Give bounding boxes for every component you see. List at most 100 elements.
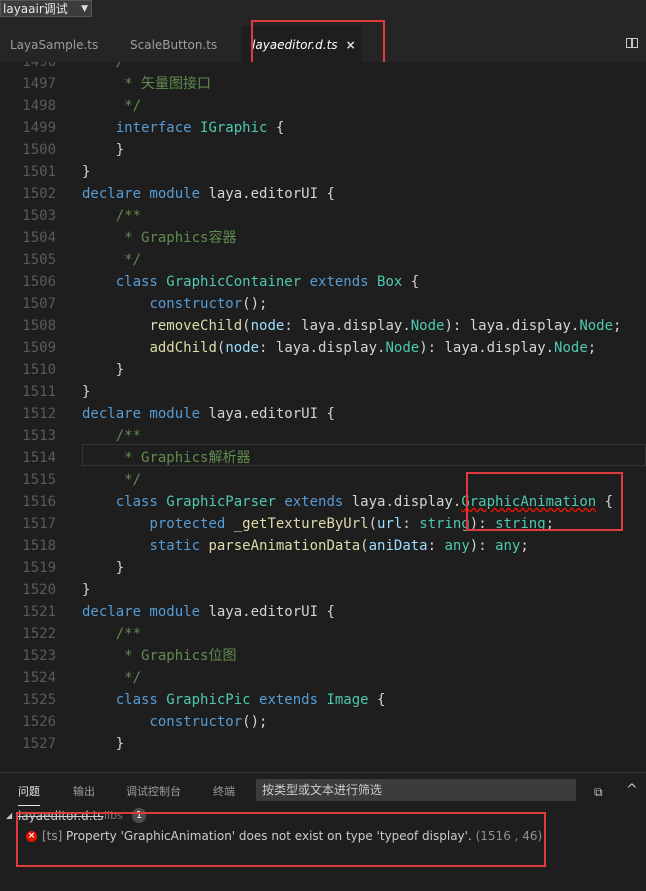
code-text: } [82, 579, 90, 601]
code-token: declare module [82, 604, 209, 620]
code-editor[interactable]: 1496 /** 1497 * 矢量图接口 1498 */1499 interfac… [0, 62, 646, 750]
line-number: 1510 [22, 362, 56, 378]
line-number: 1514 [22, 450, 56, 466]
code-line[interactable]: 1512 declare module laya.editorUI { [0, 403, 646, 425]
code-line[interactable]: 1527 } [0, 733, 646, 750]
code-line[interactable]: 1519 } [0, 557, 646, 579]
code-token: */ [124, 252, 142, 268]
code-line[interactable]: 1497 * 矢量图接口 [0, 73, 646, 95]
code-line[interactable]: 1504 * Graphics容器 [0, 227, 646, 249]
code-line[interactable]: 1501} [0, 161, 646, 183]
code-line[interactable]: 1509 addChild(node: laya.display.Node): … [0, 337, 646, 359]
code-token: constructor [149, 714, 243, 730]
code-line[interactable]: 1502 declare module laya.editorUI { [0, 183, 646, 205]
code-line[interactable]: 1513 /** [0, 425, 646, 447]
code-text: declare module laya.editorUI { [82, 403, 335, 425]
line-number: 1512 [22, 406, 56, 422]
code-line[interactable]: 1522 /** [0, 623, 646, 645]
code-line[interactable]: 1518 static parseAnimationData(aniData: … [0, 535, 646, 557]
line-number: 1499 [22, 120, 56, 136]
code-token: * Graphics解析器 [124, 450, 251, 466]
code-token: ; [545, 516, 555, 532]
code-line[interactable]: 1510 } [0, 359, 646, 381]
code-line[interactable]: 1508 removeChild(node: laya.display.Node… [0, 315, 646, 337]
code-token: Node [385, 340, 420, 356]
collapse-all-icon[interactable]: ⧉ [594, 785, 603, 800]
chevron-up-icon[interactable]: ^ [626, 782, 638, 798]
code-text: * 矢量图接口 [82, 73, 211, 95]
code-line[interactable]: 1511} [0, 381, 646, 403]
code-line[interactable]: 1514 * Graphics解析器 [0, 447, 646, 469]
code-token: extends [284, 494, 352, 510]
code-token: { [318, 406, 335, 422]
code-token: ): [469, 538, 496, 554]
code-line[interactable]: 1523 * Graphics位图 [0, 645, 646, 667]
tab-problems[interactable]: 问题 [18, 779, 40, 806]
tab-output[interactable]: 输出 [73, 773, 95, 811]
code-line[interactable]: 1515 */ [0, 469, 646, 491]
code-token: } [82, 362, 125, 378]
tab-terminal[interactable]: 终端 [213, 773, 235, 811]
code-line[interactable]: 1498 */ [0, 95, 646, 117]
code-line[interactable]: 1520} [0, 579, 646, 601]
code-line[interactable]: 1500 } [0, 139, 646, 161]
line-number: 1516 [22, 494, 56, 510]
code-token: /** [115, 626, 142, 642]
code-line[interactable]: 1526 constructor(); [0, 711, 646, 733]
code-line[interactable]: 1505 */ [0, 249, 646, 271]
line-number: 1505 [22, 252, 56, 268]
editor-tab-bar: LayaSample.ts ScaleButton.ts layaeditor.… [0, 26, 646, 62]
code-token: : [402, 516, 420, 532]
split-editor-icon[interactable] [626, 38, 638, 48]
code-token: extends [259, 692, 327, 708]
code-line[interactable]: 1521 declare module laya.editorUI { [0, 601, 646, 623]
code-token: Node [554, 340, 588, 356]
code-token: } [82, 560, 125, 576]
code-text: declare module laya.editorUI { [82, 601, 335, 623]
code-token: { [318, 604, 335, 620]
code-line[interactable]: 1517 protected _getTextureByUrl(url: str… [0, 513, 646, 535]
code-line[interactable]: 1507 constructor(); [0, 293, 646, 315]
code-line[interactable]: 1506 class GraphicContainer extends Box … [0, 271, 646, 293]
code-line[interactable]: 1499 interface IGraphic { [0, 117, 646, 139]
tab-scalebutton[interactable]: ScaleButton.ts [118, 26, 242, 62]
code-line[interactable]: 1525 class GraphicPic extends Image { [0, 689, 646, 711]
tab-layasample[interactable]: LayaSample.ts [0, 26, 118, 62]
filter-placeholder: 按类型或文本进行筛选 [262, 783, 383, 797]
code-line[interactable]: 1516 class GraphicParser extends laya.di… [0, 491, 646, 513]
code-token: Node [410, 318, 445, 334]
tab-label: 问题 [18, 785, 40, 798]
tab-layaeditor[interactable]: layaeditor.d.ts × [242, 26, 362, 62]
problem-item[interactable]: × [ts] Property 'GraphicAnimation' does … [0, 825, 646, 847]
code-text: } [82, 733, 124, 750]
code-text: constructor(); [82, 293, 267, 315]
code-text: /** [82, 205, 141, 227]
problem-file-group[interactable]: ◢ layaeditor.d.ts libs 1 [0, 807, 646, 825]
code-token: */ [124, 670, 142, 686]
code-token: ): laya.display. [444, 318, 580, 334]
code-token: */ [124, 98, 142, 114]
code-text: * Graphics解析器 [82, 447, 250, 469]
code-line[interactable]: 1524 */ [0, 667, 646, 689]
line-number: 1519 [22, 560, 56, 576]
code-text: */ [82, 249, 141, 271]
code-text: addChild(node: laya.display.Node): laya.… [82, 337, 596, 359]
code-token: } [82, 582, 91, 598]
debug-config-dropdown[interactable]: layaair调试 ▼ [0, 0, 92, 17]
code-token: { [318, 186, 335, 202]
code-token: node [250, 318, 285, 334]
code-text: } [82, 381, 90, 403]
code-text: removeChild(node: laya.display.Node): la… [82, 315, 621, 337]
tab-debug-console[interactable]: 调试控制台 [126, 773, 181, 811]
problems-filter-input[interactable]: 按类型或文本进行筛选 [256, 779, 576, 801]
close-icon[interactable]: × [346, 38, 356, 52]
code-line[interactable]: 1496 /** [0, 62, 646, 73]
code-line[interactable]: 1503 /** [0, 205, 646, 227]
code-token: any [495, 538, 521, 554]
